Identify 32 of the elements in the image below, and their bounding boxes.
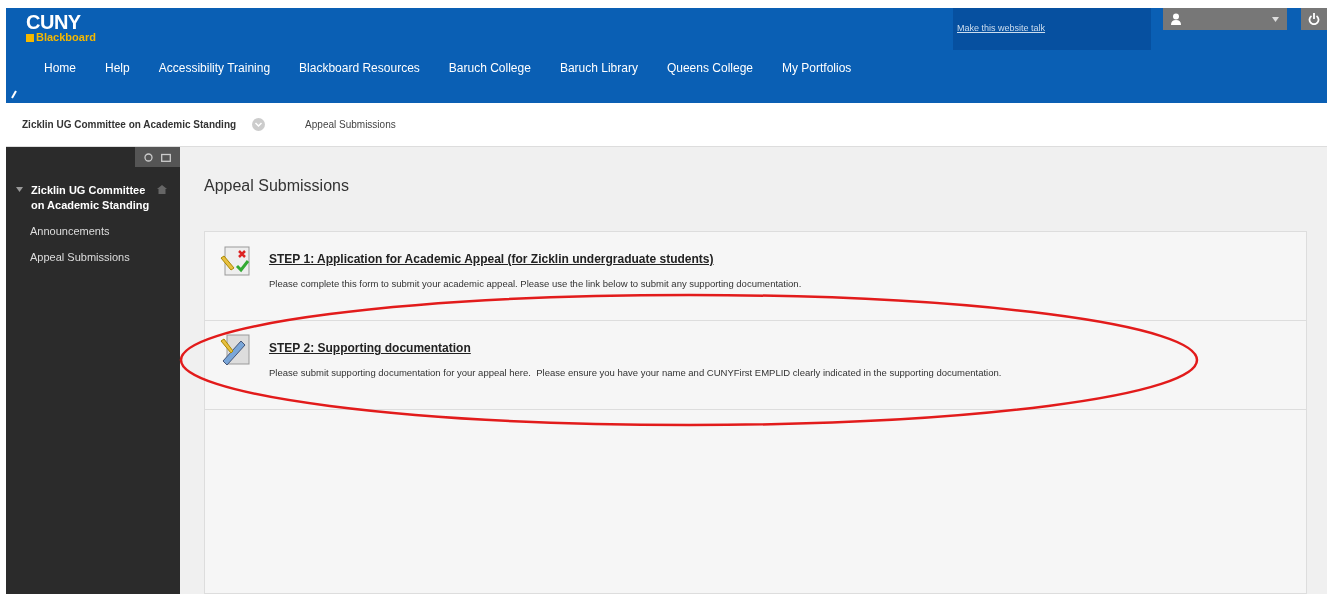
- nav-link[interactable]: My Portfolios: [782, 59, 852, 77]
- power-icon: [1308, 13, 1320, 25]
- item-title-link[interactable]: STEP 1: Application for Academic Appeal (for Zicklin undergraduate students): [269, 250, 802, 268]
- nav-link[interactable]: Help: [105, 59, 130, 77]
- refresh-icon[interactable]: [144, 152, 153, 162]
- document-ruler-icon: [219, 333, 253, 367]
- user-icon: [1171, 13, 1181, 25]
- home-icon[interactable]: [157, 185, 167, 194]
- breadcrumb-page[interactable]: Appeal Submissions: [305, 117, 396, 132]
- item-description: Please complete this form to submit your academic appeal. Please use the link below to submit any supporting documentation.: [269, 277, 802, 291]
- nav-link[interactable]: Accessibility Training: [158, 59, 271, 77]
- logo: CUNY Blackboard: [26, 12, 96, 43]
- sidebar-course-title[interactable]: Zicklin UG Committee on Academic Standing: [31, 183, 157, 213]
- item-title-link[interactable]: STEP 2: Supporting documentation: [269, 339, 1002, 357]
- caret-icon: [1272, 16, 1279, 22]
- page-title: Appeal Submissions: [204, 176, 350, 196]
- nav-link[interactable]: Baruch College: [448, 59, 531, 77]
- item-description: Please submit supporting documentation for your appeal here. Please ensure you have your name and CUNYFirst EMPLID clearly indicated in the supporting documentation.: [269, 366, 1002, 380]
- nav-link[interactable]: Queens College: [666, 59, 753, 77]
- nav-link[interactable]: Baruch Library: [559, 59, 638, 77]
- power-button[interactable]: [1301, 8, 1327, 30]
- link-icon: [10, 90, 18, 99]
- expand-caret-icon[interactable]: [16, 187, 23, 192]
- folder-icon[interactable]: [161, 152, 171, 162]
- checklist-icon: [219, 244, 253, 278]
- breadcrumb-course[interactable]: Zicklin UG Committee on Academic Standing: [22, 117, 237, 132]
- user-menu-button[interactable]: [1163, 8, 1287, 30]
- sidebar-item[interactable]: Appeal Submissions: [30, 248, 180, 265]
- nav-link[interactable]: Home: [44, 59, 76, 77]
- nav-link[interactable]: Blackboard Resources: [299, 59, 420, 77]
- talk-link[interactable]: Make this website talk: [957, 22, 1046, 36]
- sidebar-item[interactable]: Announcements: [30, 223, 180, 240]
